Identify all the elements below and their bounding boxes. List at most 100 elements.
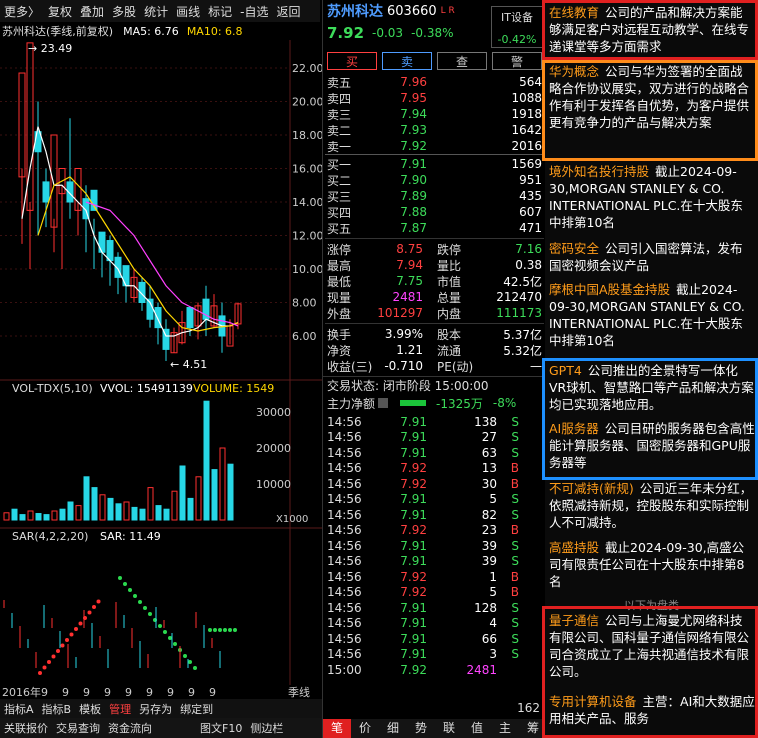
sector-box[interactable]: IT设备 -0.42% [491, 6, 543, 48]
fund-key: 换手 [327, 327, 352, 342]
bottom-nav-1[interactable]: 交易查询 [52, 720, 104, 736]
sar-dot [228, 628, 232, 632]
toolbar-item-5[interactable]: 画线 [172, 3, 204, 20]
indicator-tab-1[interactable]: 指标B [38, 701, 76, 717]
buy-button[interactable]: 买 [327, 52, 377, 70]
sell-button[interactable]: 卖 [382, 52, 432, 70]
toolbar-item-2[interactable]: 叠加 [76, 3, 108, 20]
tick-count: 162 [517, 701, 540, 715]
bottom-nav-4[interactable]: 侧边栏 [246, 720, 287, 736]
sar-dot [233, 628, 237, 632]
quote-tab-7[interactable]: 筹 [519, 719, 547, 738]
candle [186, 307, 194, 329]
x-label: 9 [209, 686, 216, 699]
quote-tab-0[interactable]: 笔 [323, 719, 351, 738]
tick-time: 14:56 [327, 585, 362, 600]
sar-dot [47, 660, 51, 664]
sar-dot [128, 588, 132, 592]
price-tick: 20.00 [292, 96, 322, 109]
concept-tag[interactable]: 摩根中国A股基金持股 [549, 282, 670, 297]
tick-vol: 63 [481, 445, 497, 460]
stat-key: 最低 [327, 274, 352, 289]
indicator-tab-0[interactable]: 指标A [0, 701, 38, 717]
tick-time: 14:56 [327, 616, 362, 631]
concept-tag[interactable]: 境外知名投行持股 [549, 164, 649, 179]
alert-button[interactable]: 警 [492, 52, 542, 70]
sar-dot [173, 642, 177, 646]
toolbar-item-7[interactable]: -自选 [236, 3, 272, 20]
concept-tag[interactable]: 华为概念 [549, 64, 599, 79]
volume-bar [131, 506, 138, 521]
toolbar-item-4[interactable]: 统计 [140, 3, 172, 20]
quote-tab-3[interactable]: 势 [407, 719, 435, 738]
sar-dot [193, 666, 197, 670]
toolbar-item-6[interactable]: 标记 [204, 3, 236, 20]
concept-tag[interactable]: 不可减持(新规) [549, 481, 634, 496]
kline-chart[interactable]: 22.00 20.00 18.00 16.00 14.00 12.00 10.00 8.00 6… [0, 40, 322, 700]
toolbar-item-3[interactable]: 多股 [108, 3, 140, 20]
indicator-tab-3[interactable]: 管理 [105, 701, 135, 717]
tick-vol: 138 [474, 414, 497, 429]
volume-bar [155, 505, 162, 521]
query-button[interactable]: 查 [437, 52, 487, 70]
concept-tag[interactable]: 量子通信 [549, 613, 599, 628]
bottom-nav-2[interactable]: 资金流向 [104, 720, 156, 736]
x-label: 9 [125, 686, 132, 699]
sar-dot [158, 624, 162, 628]
indicator-tab-4[interactable]: 另存为 [135, 701, 176, 717]
x-label: 9 [41, 686, 48, 699]
quote-tab-5[interactable]: 值 [463, 719, 491, 738]
section-divider: 以下为盘类 [624, 599, 679, 612]
concept-tag[interactable]: AI服务器 [549, 421, 599, 436]
volume-bar [19, 514, 26, 521]
ask-row-label: 卖二 [327, 123, 352, 138]
sar-dot [163, 630, 167, 634]
tick-time: 14:56 [327, 445, 362, 460]
tick-time: 14:56 [327, 414, 362, 429]
tick-price: 7.91 [400, 414, 427, 429]
sar-dot [223, 628, 227, 632]
bottom-nav: 关联报价 交易查询 资金流向 图文F10 侧边栏 [0, 718, 322, 738]
tick-price: 7.92 [400, 585, 427, 600]
tick-time: 14:56 [327, 600, 362, 615]
stat-key: 跌停 [437, 242, 462, 257]
quote-tab-6[interactable]: 主 [491, 719, 519, 738]
concept-tag[interactable]: GPT4 [549, 363, 582, 378]
tick-price: 7.91 [400, 507, 427, 522]
concept-tag[interactable]: 在线教育 [549, 5, 599, 20]
ask-row-price: 7.96 [400, 75, 427, 89]
toolbar-item-1[interactable]: 复权 [44, 3, 76, 20]
toolbar-item-0[interactable]: 更多〉 [0, 3, 44, 20]
bottom-nav-3[interactable]: 图文F10 [196, 720, 246, 736]
quote-tab-2[interactable]: 细 [379, 719, 407, 738]
tick-vol: 27 [481, 430, 497, 445]
ask-row-label: 卖一 [327, 139, 352, 154]
volume-bar [227, 463, 234, 521]
sar-dot [78, 621, 83, 626]
fund-val: 3.99% [384, 327, 423, 341]
stat-val: 2481 [392, 290, 423, 304]
sar-dot [168, 636, 172, 640]
toolbar-item-8[interactable]: 返回 [272, 3, 304, 20]
concept-tag[interactable]: 专用计算机设备 [549, 694, 637, 709]
quote-tab-1[interactable]: 价 [351, 719, 379, 738]
x-label: 9 [146, 686, 153, 699]
quote-tab-4[interactable]: 联 [435, 719, 463, 738]
price-tick: 16.00 [292, 163, 322, 176]
tick-row: 14:56 7.92 5 B [327, 585, 542, 601]
indicator-tab-2[interactable]: 模板 [75, 701, 105, 717]
bottom-nav-0[interactable]: 关联报价 [0, 720, 52, 736]
stat-key: 量比 [437, 258, 462, 273]
tick-price: 7.91 [400, 554, 427, 569]
volume-bar [67, 501, 74, 521]
stat-val: 7.94 [396, 258, 423, 272]
tick-row: 14:56 7.91 128 S [327, 600, 542, 616]
concept-tag[interactable]: 密码安全 [549, 241, 599, 256]
indicator-tabs: 指标A 指标B 模板 管理 另存为 绑定到 [0, 699, 322, 718]
indicator-tab-5[interactable]: 绑定到 [176, 701, 217, 717]
tick-row: 14:56 7.91 63 S [327, 445, 542, 461]
tick-time: 15:00 [327, 662, 362, 677]
tick-price: 7.91 [400, 538, 427, 553]
concept-tag[interactable]: 高盛持股 [549, 540, 599, 555]
chart-toolbar: 更多〉 复权 叠加 多股 统计 画线 标记 -自选 返回 [0, 0, 320, 22]
